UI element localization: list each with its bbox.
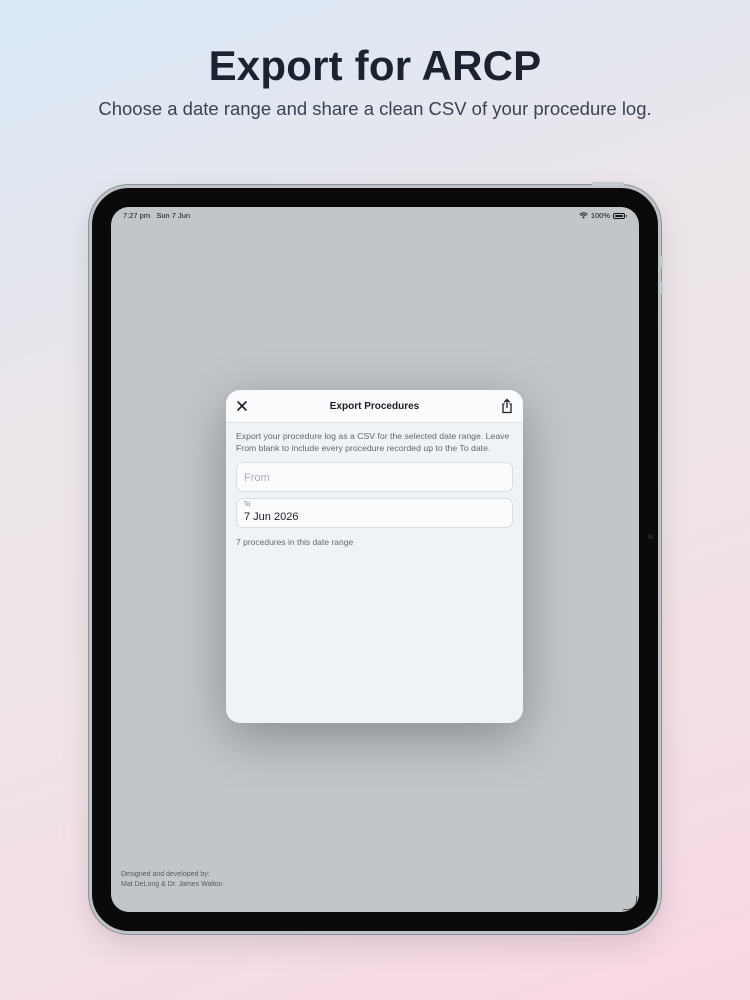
export-procedures-sheet: Export Procedures Export your procedure … bbox=[226, 390, 523, 723]
to-date-field[interactable]: To 7 Jun 2026 bbox=[236, 498, 513, 528]
from-placeholder: From bbox=[244, 472, 270, 484]
sheet-title: Export Procedures bbox=[329, 401, 420, 412]
volume-down-button bbox=[660, 282, 663, 294]
from-date-field[interactable]: From bbox=[236, 462, 513, 492]
share-icon[interactable] bbox=[500, 398, 514, 414]
to-value: 7 Jun 2026 bbox=[244, 511, 299, 523]
front-camera bbox=[648, 534, 653, 539]
status-bar-time: 7:27 pm Sun 7 Jun bbox=[123, 211, 190, 220]
promo-subheadline: Choose a date range and share a clean CS… bbox=[98, 98, 652, 119]
top-button bbox=[592, 182, 624, 186]
device-screen: 7:27 pm Sun 7 Jun 100% Export Procedures… bbox=[111, 207, 639, 912]
sheet-header: Export Procedures bbox=[226, 390, 523, 423]
sheet-body: Export your procedure log as a CSV for t… bbox=[226, 423, 523, 555]
volume-up-button bbox=[660, 256, 663, 268]
credits-line-2: Mat DeLong & Dr. James Walton bbox=[121, 880, 223, 888]
status-time: 7:27 pm bbox=[123, 211, 151, 220]
to-label: To bbox=[244, 502, 251, 508]
procedure-count: 7 procedures in this date range bbox=[236, 537, 354, 547]
credits-line-1: Designed and developed by: bbox=[121, 871, 210, 878]
export-description: Export your procedure log as a CSV for t… bbox=[236, 431, 510, 453]
status-date: Sun 7 Jun bbox=[156, 211, 191, 220]
credits: Designed and developed by: Mat DeLong & … bbox=[121, 870, 223, 889]
battery-icon bbox=[613, 212, 627, 219]
status-bar-right: 100% bbox=[579, 211, 627, 220]
promo-headline: Export for ARCP bbox=[208, 42, 542, 89]
battery-percent: 100% bbox=[590, 211, 610, 220]
wifi-icon bbox=[579, 212, 588, 219]
